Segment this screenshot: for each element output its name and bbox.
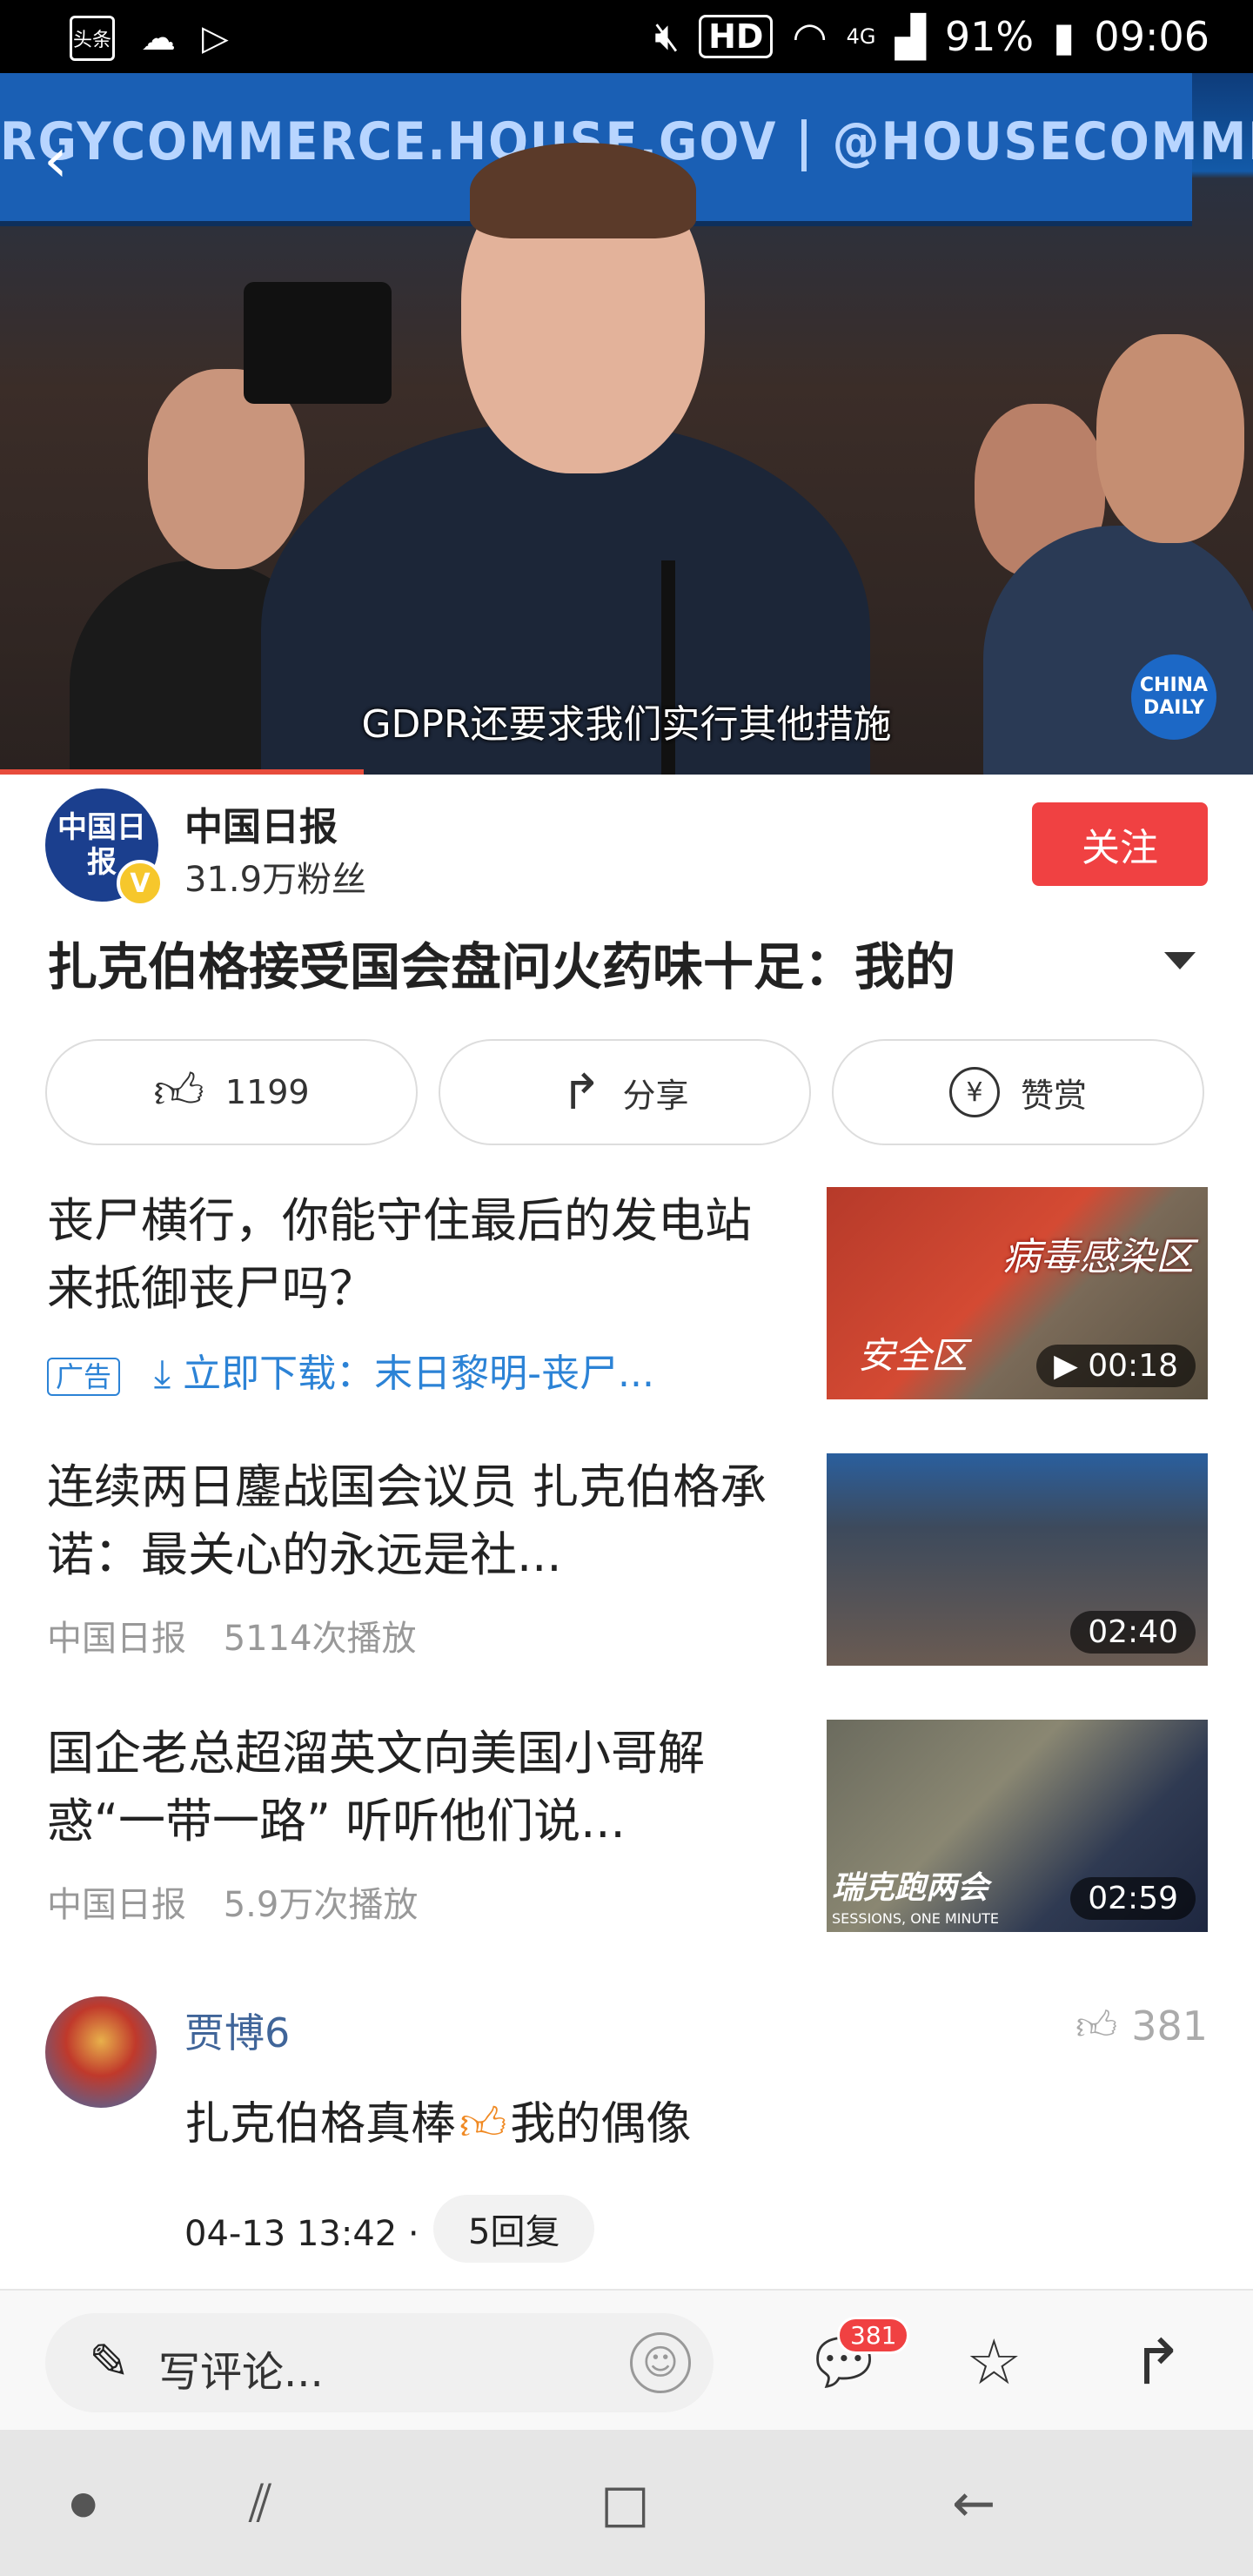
thumbnail-caption: 瑞克跑两会 <box>832 1870 989 1906</box>
feed-item[interactable]: 连续两日鏖战国会议员 扎克伯格承诺：最关心的永远是社... 中国日报 5114次… <box>47 1453 1208 1666</box>
download-icon[interactable]: ⤓ <box>154 1352 183 1396</box>
follow-button[interactable]: 关注 <box>1032 802 1208 886</box>
nav-dot-icon[interactable]: ● <box>70 2485 97 2521</box>
ad-download-link[interactable]: 立即下载：末日黎明-丧尸... <box>183 1352 654 1396</box>
commenter-name[interactable]: 贾博6 <box>184 2002 290 2059</box>
thumbs-up-icon: 👍︎ <box>1075 2002 1118 2049</box>
share-button[interactable]: ↱ 分享 <box>439 1039 811 1145</box>
feed-source: 中国日报 <box>47 1619 186 1659</box>
feed-item-meta: 中国日报 5.9万次播放 <box>47 1876 418 1927</box>
share-arrow-icon: ↱ <box>560 1063 602 1121</box>
network-type: 4G <box>846 24 876 49</box>
video-subtitle: GDPR还要求我们实行其他措施 <box>361 702 892 747</box>
play-store-icon: ▷ <box>202 18 229 58</box>
play-icon: ▶ <box>1054 1348 1089 1384</box>
video-duration: 02:40 <box>1070 1611 1196 1654</box>
video-camera-shape <box>244 282 392 404</box>
feed-plays: 5114次播放 <box>223 1619 417 1659</box>
cloud-icon: ☁ <box>141 18 176 58</box>
feed-item[interactable]: 国企老总超溜英文向美国小哥解惑“一带一路” 听听他们说... 中国日报 5.9万… <box>47 1720 1208 1932</box>
comment-item: 贾博6 👍︎ 381 扎克伯格真棒👍︎我的偶像 04-13 13:42 · 5回… <box>45 1996 1208 2284</box>
comment-text: 扎克伯格真棒👍︎我的偶像 <box>184 2098 692 2150</box>
write-comment-input[interactable]: ✎ 写评论... ☺ <box>45 2313 714 2412</box>
author-name[interactable]: 中国日报 <box>184 795 338 851</box>
reward-button[interactable]: ¥ 赞赏 <box>832 1039 1204 1145</box>
bottom-action-bar: ✎ 写评论... ☺ 💬︎ 381 ☆ ↱ <box>0 2289 1253 2430</box>
author-header: 中国日报 V 中国日报 31.9万粉丝 关注 <box>45 788 1208 907</box>
feed-thumbnail[interactable]: 瑞克跑两会 SESSIONS, ONE MINUTE 02:59 <box>827 1720 1208 1932</box>
comment-like-count: 381 <box>1131 2002 1208 2049</box>
comment-time: 04-13 13:42 · <box>184 2214 419 2254</box>
video-duration: 02:59 <box>1070 1877 1196 1920</box>
mute-icon: 🔇︎ <box>654 12 680 59</box>
back-icon[interactable]: ‹ <box>44 130 96 191</box>
feed-item-meta: 中国日报 5114次播放 <box>47 1610 417 1660</box>
feed-item-title[interactable]: 国企老总超溜英文向美国小哥解惑“一带一路” 听听他们说... <box>47 1720 778 1855</box>
expand-title-icon[interactable] <box>1164 952 1196 969</box>
video-figure-main-hair <box>470 143 696 238</box>
home-icon[interactable]: □ <box>600 2473 650 2534</box>
ad-tag: 广告 <box>47 1358 121 1396</box>
system-nav-bar: ● ⫽ □ ← <box>0 2430 1253 2576</box>
feed-thumbnail[interactable]: 02:40 <box>827 1453 1208 1666</box>
status-bar: 头条 ☁ ▷ 🔇︎ HD ◠ 4G ▟ 91% ▮ 09:06 <box>0 0 1253 73</box>
pencil-icon: ✎ <box>89 2334 130 2391</box>
clock: 09:06 <box>1094 13 1209 60</box>
battery-icon: ▮ <box>1053 13 1075 60</box>
commenter-avatar[interactable] <box>45 1996 157 2108</box>
comment-replies-button[interactable]: 5回复 <box>433 2195 595 2263</box>
thumbs-up-emoji-icon: 👍︎ <box>459 2098 507 2150</box>
feed-source: 中国日报 <box>47 1885 186 1925</box>
thumbnail-caption: 安全区 <box>858 1334 968 1377</box>
like-button[interactable]: 👍︎ 1199 <box>45 1039 418 1145</box>
status-right-icons: 🔇︎ HD ◠ 4G ▟ 91% ▮ 09:06 <box>654 12 1209 61</box>
feed-item-title[interactable]: 连续两日鏖战国会议员 扎克伯格承诺：最关心的永远是社... <box>47 1453 778 1589</box>
video-title: 扎克伯格接受国会盘问火药味十足：我的 <box>47 937 956 996</box>
feed-thumbnail[interactable]: 病毒感染区 安全区 ▶ 00:18 <box>827 1187 1208 1399</box>
video-duration: ▶ 00:18 <box>1036 1345 1196 1387</box>
status-left-icons: 头条 ☁ ▷ <box>70 16 229 61</box>
comment-like-button[interactable]: 👍︎ 381 <box>1075 2002 1208 2050</box>
write-comment-placeholder: 写评论... <box>158 2348 324 2397</box>
like-count: 1199 <box>224 1073 310 1111</box>
hd-voice-icon: HD <box>699 15 774 58</box>
feed-item-title[interactable]: 丧尸横行，你能守住最后的发电站来抵御丧尸吗？ <box>47 1187 778 1323</box>
verified-badge-icon: V <box>117 860 164 907</box>
recent-apps-icon[interactable]: ⫽ <box>249 2473 272 2534</box>
video-progress-bar[interactable] <box>0 769 364 775</box>
china-daily-logo: CHINA DAILY <box>1131 654 1216 740</box>
author-fans-count: 31.9万粉丝 <box>184 860 367 900</box>
feed-item-ad[interactable]: 丧尸横行，你能守住最后的发电站来抵御丧尸吗？ 广告 ⤓ 立即下载：末日黎明-丧尸… <box>47 1187 1208 1399</box>
battery-percent: 91% <box>944 13 1035 60</box>
wifi-icon: ◠ <box>792 13 828 60</box>
thumbnail-subcaption: SESSIONS, ONE MINUTE <box>832 1910 1000 1927</box>
emoji-icon[interactable]: ☺ <box>630 2332 691 2393</box>
back-nav-icon[interactable]: ← <box>952 2473 995 2534</box>
yen-icon: ¥ <box>948 1067 1000 1117</box>
thumbs-up-icon: 👍︎ <box>153 1063 204 1120</box>
share-label: 分享 <box>622 1076 689 1115</box>
ad-row: 广告 ⤓ 立即下载：末日黎明-丧尸... <box>47 1342 654 1398</box>
share-icon[interactable]: ↱ <box>1131 2325 1183 2398</box>
feed-plays: 5.9万次播放 <box>223 1885 419 1925</box>
signal-icon: ▟ <box>895 13 926 60</box>
video-player[interactable]: RGYCOMMERCE.HOUSE.GOV | @HOUSECOMMERCE ‹… <box>0 73 1253 775</box>
video-figure <box>1096 334 1244 543</box>
reward-label: 赞赏 <box>1020 1076 1087 1115</box>
favorite-star-icon[interactable]: ☆ <box>966 2325 1022 2398</box>
toutiao-app-icon: 头条 <box>70 16 115 61</box>
comment-count-badge: 381 <box>837 2317 910 2354</box>
thumbnail-caption: 病毒感染区 <box>1002 1235 1194 1279</box>
